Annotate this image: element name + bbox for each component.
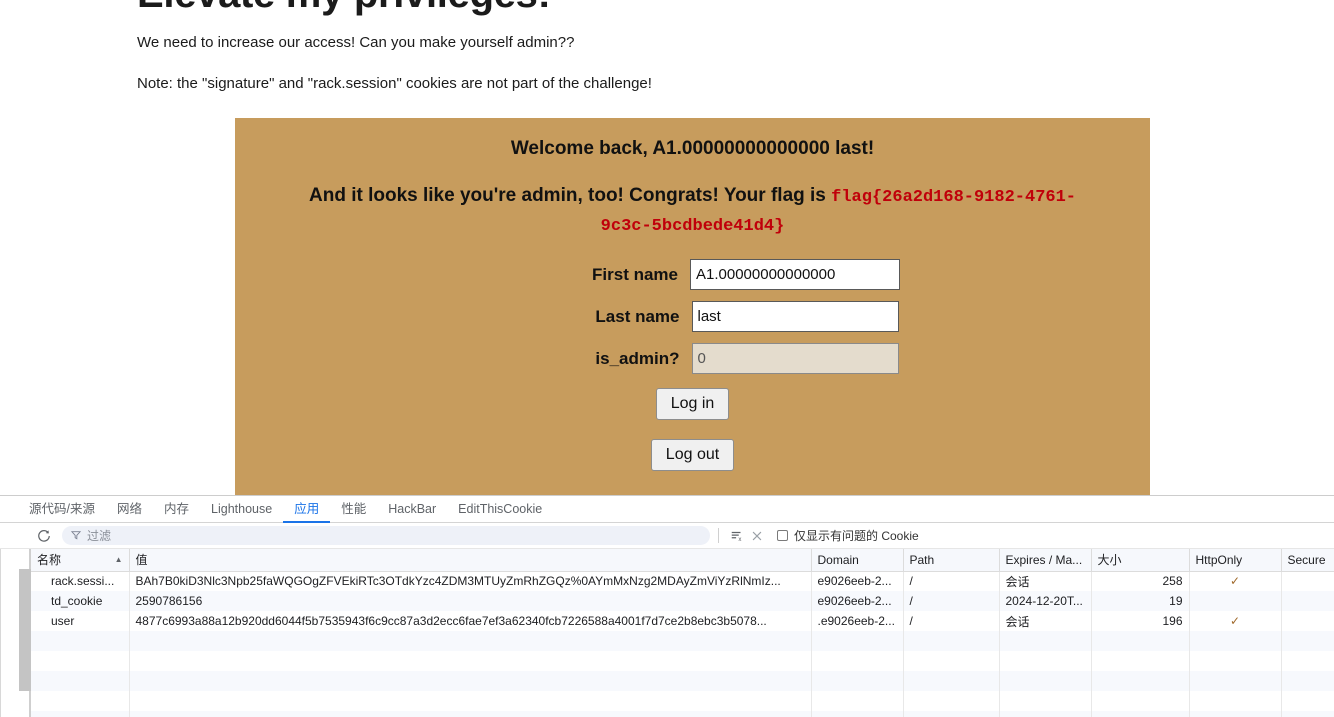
cell-value: BAh7B0kiD3Nlc3Npb25faWQGOgZFVEkiRTc3OTdk… <box>129 571 812 591</box>
cookies-table-body: rack.sessi... BAh7B0kiD3Nlc3Npb25faWQGOg… <box>31 571 1334 717</box>
welcome-message: Welcome back, A1.00000000000000 last! <box>510 138 875 159</box>
column-header-value[interactable]: 值 <box>129 549 812 572</box>
is-admin-label: is_admin? <box>595 348 680 368</box>
cell-secure <box>1281 611 1334 631</box>
sort-ascending-icon: ▲ <box>114 555 123 565</box>
cell-path: / <box>903 591 1000 611</box>
clear-all-cookies-icon[interactable]: x <box>727 526 747 546</box>
cell-expires: 会话 <box>999 611 1092 631</box>
screen: Elevate my privileges! We need to increa… <box>0 0 1334 717</box>
last-name-label: Last name <box>595 306 680 326</box>
checkbox-box <box>777 530 788 541</box>
cell-secure <box>1281 591 1334 611</box>
login-form: First name Last name is_admin? Log in Lo… <box>235 259 1150 472</box>
cookies-table-wrap: 名称 ▲ 值 Domain Path Expires / Ma... 大小 Ht… <box>30 549 1334 717</box>
sidebar-scrollbar[interactable] <box>19 569 31 691</box>
form-row-last-name: Last name <box>235 301 1150 333</box>
column-header-expires[interactable]: Expires / Ma... <box>999 549 1092 572</box>
tab-application[interactable]: 应用 <box>283 496 330 523</box>
column-header-size[interactable]: 大小 <box>1091 549 1190 572</box>
cell-value: 4877c6993a88a12b920dd6044f5b7535943f6c9c… <box>129 611 812 631</box>
cell-path: / <box>903 571 1000 591</box>
filter-placeholder: 过滤 <box>87 529 112 543</box>
cell-value: 2590786156 <box>129 591 812 611</box>
column-header-secure[interactable]: Secure <box>1281 549 1334 572</box>
first-name-input[interactable] <box>690 259 900 291</box>
cookies-body: 名称 ▲ 值 Domain Path Expires / Ma... 大小 Ht… <box>0 549 1334 717</box>
cell-expires: 会话 <box>999 571 1092 591</box>
table-empty-row <box>31 651 1334 671</box>
table-empty-row <box>31 711 1334 717</box>
sidebar-rail <box>0 549 31 717</box>
log-out-button[interactable]: Log out <box>650 439 735 472</box>
table-empty-row <box>31 691 1334 711</box>
last-name-input[interactable] <box>691 301 899 333</box>
tab-memory[interactable]: 内存 <box>153 496 200 523</box>
table-row[interactable]: user 4877c6993a88a12b920dd6044f5b7535943… <box>31 611 1334 631</box>
devtools-tab-bar: 源代码/来源 网络 内存 Lighthouse 应用 性能 HackBar Ed… <box>0 496 1334 523</box>
cell-size: 196 <box>1091 611 1190 631</box>
only-problematic-cookies-checkbox[interactable]: 仅显示有问题的 Cookie <box>777 527 919 544</box>
table-row[interactable]: rack.sessi... BAh7B0kiD3Nlc3Npb25faWQGOg… <box>31 571 1334 591</box>
tab-lighthouse[interactable]: Lighthouse <box>200 496 283 523</box>
rail-divider <box>0 549 1 717</box>
page-note: Note: the "signature" and "rack.session"… <box>137 75 652 92</box>
page-title: Elevate my privileges! <box>137 0 551 17</box>
cell-domain: e9026eeb-2... <box>811 571 904 591</box>
cell-name: user <box>31 611 130 631</box>
column-header-name[interactable]: 名称 ▲ <box>31 549 130 572</box>
tab-hackbar[interactable]: HackBar <box>377 496 447 523</box>
cell-size: 258 <box>1091 571 1190 591</box>
column-header-httponly[interactable]: HttpOnly <box>1189 549 1282 572</box>
devtools-panel: 源代码/来源 网络 内存 Lighthouse 应用 性能 HackBar Ed… <box>0 495 1334 717</box>
login-button-row: Log in <box>235 388 1150 421</box>
log-in-button[interactable]: Log in <box>655 388 730 421</box>
challenge-card: Welcome back, A1.00000000000000 last! An… <box>235 118 1150 495</box>
form-row-is-admin: is_admin? <box>235 343 1150 375</box>
delete-cookie-icon[interactable] <box>747 526 767 546</box>
column-header-name-label: 名称 <box>37 553 62 568</box>
tab-editthiscookie[interactable]: EditThisCookie <box>447 496 553 523</box>
is-admin-input <box>691 343 899 375</box>
form-row-first-name: First name <box>235 259 1150 291</box>
cell-size: 19 <box>1091 591 1190 611</box>
page-subtitle: We need to increase our access! Can you … <box>137 34 575 51</box>
table-row[interactable]: td_cookie 2590786156 e9026eeb-2... / 202… <box>31 591 1334 611</box>
congrats-message: And it looks like you're admin, too! Con… <box>235 160 1150 239</box>
cell-httponly <box>1189 591 1282 611</box>
column-header-path[interactable]: Path <box>903 549 1000 572</box>
cell-secure <box>1281 571 1334 591</box>
filter-input[interactable]: 过滤 <box>62 526 710 545</box>
tab-sources[interactable]: 源代码/来源 <box>18 496 106 523</box>
tab-network[interactable]: 网络 <box>106 496 153 523</box>
table-header-row: 名称 ▲ 值 Domain Path Expires / Ma... 大小 Ht… <box>31 549 1334 572</box>
svg-text:x: x <box>738 535 741 542</box>
cell-path: / <box>903 611 1000 631</box>
cell-expires: 2024-12-20T... <box>999 591 1092 611</box>
filter-icon <box>70 529 82 543</box>
web-page: Elevate my privileges! We need to increa… <box>0 0 1334 495</box>
logout-button-row: Log out <box>235 439 1150 472</box>
cookies-table: 名称 ▲ 值 Domain Path Expires / Ma... 大小 Ht… <box>31 549 1334 717</box>
refresh-icon[interactable] <box>34 526 54 546</box>
cell-httponly: ✓ <box>1189 611 1282 631</box>
table-empty-row <box>31 671 1334 691</box>
cookies-toolbar: 过滤 x 仅显示有问题的 Cookie <box>0 523 1334 549</box>
cell-name: rack.sessi... <box>31 571 130 591</box>
congrats-text: And it looks like you're admin, too! Con… <box>309 185 826 206</box>
cell-domain: e9026eeb-2... <box>811 591 904 611</box>
first-name-label: First name <box>592 264 678 284</box>
table-empty-row <box>31 631 1334 651</box>
cell-name: td_cookie <box>31 591 130 611</box>
tab-performance[interactable]: 性能 <box>330 496 377 523</box>
cell-httponly: ✓ <box>1189 571 1282 591</box>
only-problematic-cookies-label: 仅显示有问题的 Cookie <box>794 529 919 543</box>
column-header-domain[interactable]: Domain <box>811 549 904 572</box>
toolbar-separator <box>718 528 719 543</box>
cell-domain: .e9026eeb-2... <box>811 611 904 631</box>
